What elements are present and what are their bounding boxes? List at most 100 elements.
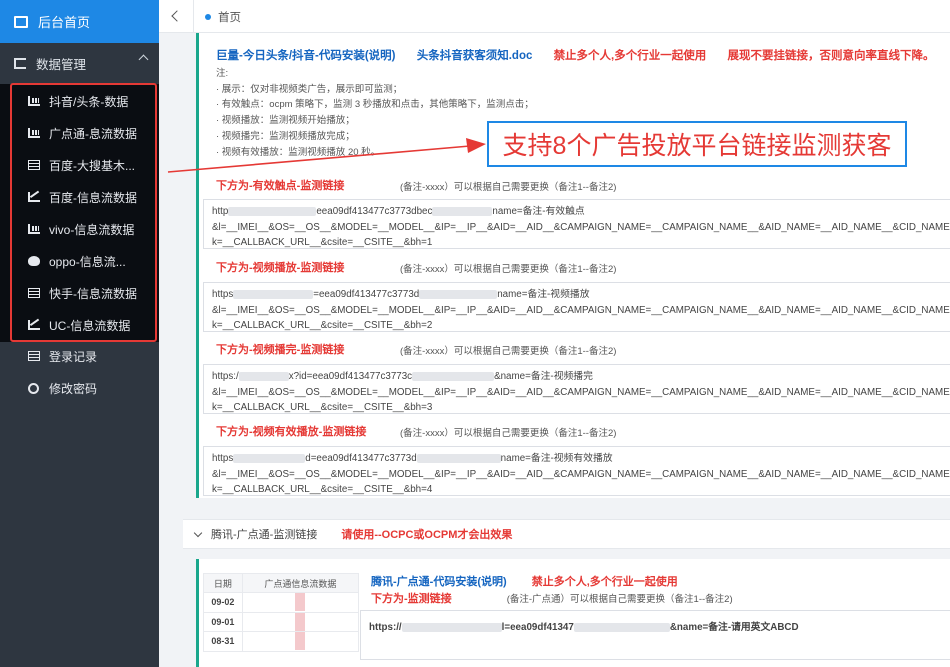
table-row: 08-31 bbox=[203, 631, 360, 652]
redacted-block bbox=[401, 622, 502, 632]
heat-cell bbox=[295, 612, 306, 631]
url-part: l=eea09df41347 bbox=[501, 622, 574, 633]
sidebar-item-label: 修改密码 bbox=[49, 381, 98, 396]
redacted-block bbox=[228, 206, 317, 216]
divider bbox=[193, 0, 194, 33]
sidebar-item-baidu-feed[interactable]: 百度-信息流数据 bbox=[0, 182, 159, 212]
card-accent-bar bbox=[196, 559, 199, 667]
chevron-down-icon bbox=[193, 528, 203, 537]
app-root: 后台首页 数据管理 抖音/头条-数据 广点通-息流数据 百度-大搜基木... 百… bbox=[0, 0, 950, 667]
url-line: http eea09df413477c3773dbec name=备注-有效触点 bbox=[212, 206, 585, 217]
warning-text: 展现不要挂链接，否则意向率直线下降。 bbox=[727, 50, 935, 62]
sidebar-group-label: 数据管理 bbox=[36, 57, 87, 72]
bar-chart-icon bbox=[28, 224, 40, 234]
code-install-link[interactable]: 巨量-今日头条/抖音-代码安装(说明) bbox=[216, 50, 396, 62]
url-line: &l=__IMEI__&OS=__OS__&MODEL=__MODEL__&IP… bbox=[212, 386, 950, 398]
sidebar-item-label: UC-信息流数据 bbox=[49, 318, 131, 333]
table-header-data: 广点通信息流数据 bbox=[241, 573, 360, 593]
monitor-url-box[interactable]: https d=eea09df413477c3773d name=备注-视频有效播放… bbox=[203, 446, 950, 496]
url-line: k=__CALLBACK_URL__&csite=__CSITE__&bh=2 bbox=[212, 320, 433, 332]
heat-cell bbox=[295, 632, 306, 651]
sidebar-item-baidu-search[interactable]: 百度-大搜基木... bbox=[0, 150, 159, 180]
redacted-block bbox=[573, 622, 670, 632]
sidebar-item-label: 广点通-息流数据 bbox=[49, 126, 137, 141]
redacted-block bbox=[233, 289, 314, 299]
section-note: (备注-xxxx）可以根据自己需要更换（备注1--备注2) bbox=[400, 264, 617, 275]
sidebar-item-label: 快手-信息流数据 bbox=[49, 286, 137, 301]
code-install-link[interactable]: 腾讯-广点通-代码安装(说明) bbox=[371, 576, 507, 588]
note-line: 注: bbox=[216, 68, 229, 79]
monitor-url-box[interactable]: https =eea09df413477c3773d name=备注-视频播放 &l… bbox=[203, 282, 950, 332]
url-line: https:/x?id=eea09df413477c3773c &name=备注-… bbox=[212, 371, 593, 382]
toutiao-header: 巨量-今日头条/抖音-代码安装(说明) 头条抖音获客须知.doc 禁止多个人,多… bbox=[216, 47, 950, 63]
section-title: 下方为-视频有效播放-监测链接 bbox=[216, 426, 367, 438]
chevron-up-icon bbox=[138, 54, 149, 65]
sidebar-item-change-password[interactable]: 修改密码 bbox=[0, 373, 159, 403]
url-line: https =eea09df413477c3773d name=备注-视频播放 bbox=[212, 289, 590, 300]
section-note: (备注-xxxx）可以根据自己需要更换（备注1--备注2) bbox=[400, 346, 617, 357]
flag-icon bbox=[14, 57, 26, 69]
section-note: (备注-xxxx）可以根据自己需要更换（备注1--备注2) bbox=[400, 182, 617, 193]
heat-cell bbox=[295, 593, 306, 612]
sidebar-item-label: 百度-大搜基木... bbox=[49, 158, 135, 173]
monitor-icon bbox=[14, 15, 28, 28]
area-chart-icon bbox=[28, 256, 40, 266]
sidebar-home[interactable]: 后台首页 bbox=[0, 0, 159, 43]
sidebar-group-data-management[interactable]: 数据管理 bbox=[0, 48, 159, 78]
section-note: (备注-xxxx）可以根据自己需要更换（备注1--备注2) bbox=[400, 428, 617, 439]
sidebar-item-kuaishou[interactable]: 快手-信息流数据 bbox=[0, 278, 159, 308]
warning-text: 请使用--OCPC或OCPM才会出效果 bbox=[341, 529, 513, 541]
sidebar-item-oppo[interactable]: oppo-信息流... bbox=[0, 246, 159, 276]
callout-box: 支持8个广告投放平台链接监测获客 bbox=[487, 121, 907, 167]
redacted-block bbox=[432, 206, 493, 216]
url-line: k=__CALLBACK_URL__&csite=__CSITE__&bh=4 bbox=[212, 484, 433, 496]
table-header-date: 日期 bbox=[203, 573, 243, 593]
warning-text: 禁止多个人,多个行业一起使用 bbox=[553, 50, 707, 62]
top-bar: 首页 bbox=[159, 0, 950, 33]
sidebar-item-login-records[interactable]: 登录记录 bbox=[0, 341, 159, 371]
url-line: &l=__IMEI__&OS=__OS__&MODEL=__MODEL__&IP… bbox=[212, 468, 950, 480]
monitor-url-box[interactable]: https:// l=eea09df41347 &name=备注-请用英文ABCD bbox=[360, 610, 950, 660]
table-row: 09-01 bbox=[203, 611, 360, 632]
url-line: k=__CALLBACK_URL__&csite=__CSITE__&bh=1 bbox=[212, 237, 433, 249]
sidebar-item-label: vivo-信息流数据 bbox=[49, 222, 135, 237]
note-line: · 展示：仅对非视频类广告，展示即可监测； bbox=[216, 83, 403, 95]
date-cell: 09-01 bbox=[203, 611, 243, 632]
sidebar-submenu: 抖音/头条-数据 广点通-息流数据 百度-大搜基木... 百度-信息流数据 vi… bbox=[0, 84, 159, 342]
sidebar: 后台首页 数据管理 抖音/头条-数据 广点通-息流数据 百度-大搜基木... 百… bbox=[0, 0, 159, 667]
table-icon bbox=[28, 288, 40, 298]
redacted-block bbox=[416, 453, 501, 463]
redacted-block bbox=[238, 371, 289, 381]
sidebar-item-label: 抖音/头条-数据 bbox=[49, 94, 129, 109]
tencent-subheader: 下方为-监测链接 (备注-广点通）可以根据自己需要更换（备注1--备注2) bbox=[371, 590, 733, 606]
sidebar-item-douyin[interactable]: 抖音/头条-数据 bbox=[0, 86, 159, 116]
redacted-block bbox=[419, 289, 498, 299]
list-icon bbox=[28, 351, 40, 361]
date-cell: 08-31 bbox=[203, 631, 243, 652]
url-line: k=__CALLBACK_URL__&csite=__CSITE__&bh=3 bbox=[212, 402, 433, 414]
url-part: &name=备注-请用英文ABCD bbox=[669, 622, 799, 633]
monitor-url-box[interactable]: https:/x?id=eea09df413477c3773c &name=备注-… bbox=[203, 364, 950, 414]
tab-home[interactable]: 首页 bbox=[205, 9, 241, 25]
data-table: 日期 广点通信息流数据 09-02 09-01 08-31 bbox=[203, 573, 360, 652]
doc-link[interactable]: 头条抖音获客须知.doc bbox=[417, 50, 533, 62]
tencent-collapse-header[interactable]: 腾讯-广点通-监测链接 请使用--OCPC或OCPM才会出效果 bbox=[183, 519, 950, 549]
sidebar-item-guangdiantong[interactable]: 广点通-息流数据 bbox=[0, 118, 159, 148]
sidebar-item-label: 登录记录 bbox=[49, 349, 98, 364]
value-cell bbox=[241, 631, 360, 652]
section-title: 下方为-监测链接 bbox=[371, 593, 452, 605]
value-cell bbox=[241, 611, 360, 632]
sidebar-item-uc[interactable]: UC-信息流数据 bbox=[0, 310, 159, 340]
chevron-left-icon[interactable] bbox=[171, 10, 183, 22]
table-icon bbox=[28, 160, 40, 170]
monitor-url-box[interactable]: http eea09df413477c3773dbec name=备注-有效触点 &… bbox=[203, 199, 950, 249]
collapse-label: 腾讯-广点通-监测链接 bbox=[211, 529, 318, 541]
url-line: https d=eea09df413477c3773d name=备注-视频有效播放 bbox=[212, 453, 613, 464]
section-title: 下方为-视频播完-监测链接 bbox=[216, 344, 345, 356]
sidebar-item-vivo[interactable]: vivo-信息流数据 bbox=[0, 214, 159, 244]
url-line: &l=__IMEI__&OS=__OS__&MODEL=__MODEL__&IP… bbox=[212, 304, 950, 316]
warning-text: 禁止多个人,多个行业一起使用 bbox=[531, 576, 678, 588]
section-title: 下方为-视频播放-监测链接 bbox=[216, 262, 345, 274]
tencent-header: 腾讯-广点通-代码安装(说明) 禁止多个人,多个行业一起使用 bbox=[371, 573, 700, 589]
line-chart-icon bbox=[28, 320, 40, 330]
